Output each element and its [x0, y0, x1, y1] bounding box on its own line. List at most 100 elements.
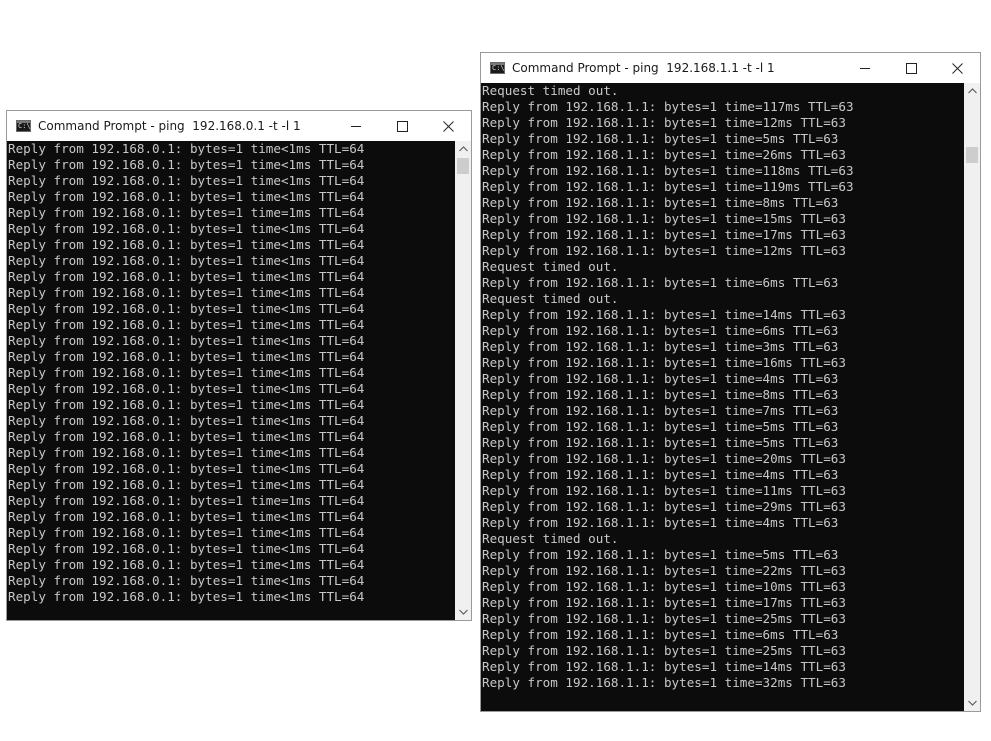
console-line: Reply from 192.168.1.1: bytes=1 time=117… — [482, 99, 854, 114]
console-line: Reply from 192.168.1.1: bytes=1 time=5ms… — [482, 547, 839, 562]
console-line: Reply from 192.168.1.1: bytes=1 time=4ms… — [482, 515, 839, 530]
console-line: Reply from 192.168.1.1: bytes=1 time=6ms… — [482, 275, 839, 290]
console-line: Reply from 192.168.0.1: bytes=1 time<1ms… — [8, 141, 365, 156]
console-line: Reply from 192.168.1.1: bytes=1 time=5ms… — [482, 435, 839, 450]
window-title: Command Prompt - ping 192.168.0.1 -t -l … — [38, 119, 301, 133]
scroll-down-button[interactable] — [455, 604, 471, 620]
console-line: Reply from 192.168.0.1: bytes=1 time<1ms… — [8, 477, 365, 492]
console-line: Reply from 192.168.0.1: bytes=1 time<1ms… — [8, 445, 365, 460]
console-line: Request timed out. — [482, 291, 619, 306]
console-line: Reply from 192.168.0.1: bytes=1 time<1ms… — [8, 557, 365, 572]
console-line: Reply from 192.168.1.1: bytes=1 time=7ms… — [482, 403, 839, 418]
console-line: Reply from 192.168.0.1: bytes=1 time<1ms… — [8, 269, 365, 284]
left-command-prompt-window[interactable]: Command Prompt - ping 192.168.0.1 -t -l … — [6, 110, 472, 621]
console-line: Reply from 192.168.0.1: bytes=1 time=1ms… — [8, 205, 365, 220]
console-line: Reply from 192.168.0.1: bytes=1 time<1ms… — [8, 349, 365, 364]
console-line: Reply from 192.168.1.1: bytes=1 time=22m… — [482, 563, 846, 578]
console-line: Reply from 192.168.1.1: bytes=1 time=11m… — [482, 483, 846, 498]
chevron-down-icon — [967, 700, 977, 706]
scroll-up-button[interactable] — [455, 141, 471, 157]
console-line: Reply from 192.168.0.1: bytes=1 time<1ms… — [8, 541, 365, 556]
console-line: Reply from 192.168.0.1: bytes=1 time<1ms… — [8, 301, 365, 316]
minimize-icon — [859, 67, 870, 69]
title-bar[interactable]: Command Prompt - ping 192.168.0.1 -t -l … — [7, 111, 471, 141]
scroll-thumb[interactable] — [457, 158, 469, 174]
maximize-button[interactable] — [379, 111, 425, 141]
console-line: Reply from 192.168.1.1: bytes=1 time=25m… — [482, 611, 846, 626]
console-line: Reply from 192.168.0.1: bytes=1 time<1ms… — [8, 189, 365, 204]
console-line: Reply from 192.168.1.1: bytes=1 time=26m… — [482, 147, 846, 162]
console-line: Reply from 192.168.1.1: bytes=1 time=17m… — [482, 595, 846, 610]
close-button[interactable] — [425, 111, 471, 141]
vertical-scrollbar[interactable] — [455, 141, 471, 620]
console-line: Reply from 192.168.1.1: bytes=1 time=5ms… — [482, 419, 839, 434]
console-line: Reply from 192.168.0.1: bytes=1 time<1ms… — [8, 285, 365, 300]
console-line: Reply from 192.168.0.1: bytes=1 time<1ms… — [8, 413, 365, 428]
console-line: Reply from 192.168.1.1: bytes=1 time=6ms… — [482, 627, 839, 642]
console-line: Reply from 192.168.1.1: bytes=1 time=16m… — [482, 355, 846, 370]
title-bar[interactable]: Command Prompt - ping 192.168.1.1 -t -l … — [481, 53, 980, 83]
maximize-button[interactable] — [888, 53, 934, 83]
scroll-up-button[interactable] — [964, 83, 980, 99]
console-line: Reply from 192.168.1.1: bytes=1 time=4ms… — [482, 371, 839, 386]
minimize-button[interactable] — [842, 53, 888, 83]
console-line: Reply from 192.168.0.1: bytes=1 time<1ms… — [8, 173, 365, 188]
console-line: Reply from 192.168.1.1: bytes=1 time=29m… — [482, 499, 846, 514]
command-prompt-icon — [16, 120, 31, 132]
console-line: Reply from 192.168.1.1: bytes=1 time=6ms… — [482, 323, 839, 338]
console-line: Reply from 192.168.0.1: bytes=1 time<1ms… — [8, 317, 365, 332]
console-line: Reply from 192.168.1.1: bytes=1 time=119… — [482, 179, 854, 194]
console-line: Reply from 192.168.0.1: bytes=1 time<1ms… — [8, 397, 365, 412]
console-line: Reply from 192.168.0.1: bytes=1 time<1ms… — [8, 509, 365, 524]
console-line: Reply from 192.168.1.1: bytes=1 time=14m… — [482, 659, 846, 674]
command-prompt-icon — [490, 62, 505, 74]
console-line: Reply from 192.168.1.1: bytes=1 time=4ms… — [482, 467, 839, 482]
console-line: Reply from 192.168.0.1: bytes=1 time<1ms… — [8, 573, 365, 588]
console-line: Reply from 192.168.1.1: bytes=1 time=25m… — [482, 643, 846, 658]
console-line: Reply from 192.168.1.1: bytes=1 time=5ms… — [482, 131, 839, 146]
console-line: Reply from 192.168.1.1: bytes=1 time=8ms… — [482, 387, 839, 402]
close-button[interactable] — [934, 53, 980, 83]
console-line: Request timed out. — [482, 83, 619, 98]
close-icon — [442, 120, 454, 132]
console-line: Reply from 192.168.0.1: bytes=1 time<1ms… — [8, 253, 365, 268]
console-line: Reply from 192.168.1.1: bytes=1 time=17m… — [482, 227, 846, 242]
console-line: Reply from 192.168.1.1: bytes=1 time=15m… — [482, 211, 846, 226]
window-title: Command Prompt - ping 192.168.1.1 -t -l … — [512, 61, 775, 75]
close-icon — [951, 62, 963, 74]
console-line: Request timed out. — [482, 531, 619, 546]
console-line: Reply from 192.168.1.1: bytes=1 time=8ms… — [482, 195, 839, 210]
vertical-scrollbar[interactable] — [964, 83, 980, 711]
console-line: Reply from 192.168.0.1: bytes=1 time<1ms… — [8, 429, 365, 444]
console-line: Reply from 192.168.1.1: bytes=1 time=118… — [482, 163, 854, 178]
chevron-up-icon — [458, 146, 468, 152]
console-line: Reply from 192.168.0.1: bytes=1 time<1ms… — [8, 237, 365, 252]
console-line: Reply from 192.168.0.1: bytes=1 time<1ms… — [8, 589, 365, 604]
console-line: Reply from 192.168.1.1: bytes=1 time=12m… — [482, 243, 846, 258]
console-line: Reply from 192.168.0.1: bytes=1 time<1ms… — [8, 461, 365, 476]
console-line: Request timed out. — [482, 259, 619, 274]
console-line: Reply from 192.168.0.1: bytes=1 time<1ms… — [8, 381, 365, 396]
console-line: Reply from 192.168.0.1: bytes=1 time=1ms… — [8, 493, 365, 508]
scroll-down-button[interactable] — [964, 695, 980, 711]
chevron-down-icon — [458, 609, 468, 615]
console-line: Reply from 192.168.0.1: bytes=1 time<1ms… — [8, 365, 365, 380]
maximize-icon — [905, 62, 917, 74]
chevron-up-icon — [967, 88, 977, 94]
console-output[interactable]: Request timed out. Reply from 192.168.1.1… — [481, 83, 964, 711]
console-line: Reply from 192.168.1.1: bytes=1 time=32m… — [482, 675, 846, 690]
minimize-button[interactable] — [333, 111, 379, 141]
console-output[interactable]: Reply from 192.168.0.1: bytes=1 time<1ms… — [7, 141, 455, 620]
console-line: Reply from 192.168.1.1: bytes=1 time=14m… — [482, 307, 846, 322]
right-command-prompt-window[interactable]: Command Prompt - ping 192.168.1.1 -t -l … — [480, 52, 981, 712]
console-line: Reply from 192.168.0.1: bytes=1 time<1ms… — [8, 333, 365, 348]
console-line: Reply from 192.168.0.1: bytes=1 time<1ms… — [8, 525, 365, 540]
maximize-icon — [396, 120, 408, 132]
console-line: Reply from 192.168.1.1: bytes=1 time=20m… — [482, 451, 846, 466]
console-line: Reply from 192.168.1.1: bytes=1 time=12m… — [482, 115, 846, 130]
minimize-icon — [350, 125, 361, 127]
console-line: Reply from 192.168.1.1: bytes=1 time=3ms… — [482, 339, 839, 354]
scroll-thumb[interactable] — [966, 147, 978, 163]
console-line: Reply from 192.168.0.1: bytes=1 time<1ms… — [8, 221, 365, 236]
console-line: Reply from 192.168.0.1: bytes=1 time<1ms… — [8, 157, 365, 172]
